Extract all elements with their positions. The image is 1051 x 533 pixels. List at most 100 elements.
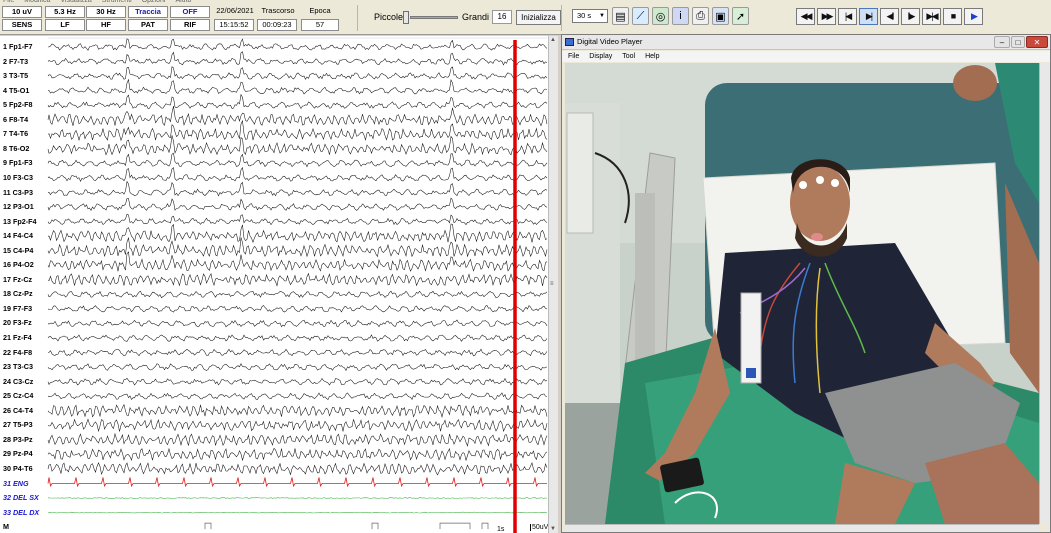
rewind-fast-button[interactable]: ◀◀ <box>796 8 815 25</box>
channel-label[interactable]: 13 Fp2-F4 <box>3 217 37 226</box>
pat-button[interactable]: PAT <box>128 19 168 31</box>
page-duration-select[interactable]: 30 s ▼ <box>572 9 608 23</box>
channel-label[interactable]: 30 P4-T6 <box>3 464 33 473</box>
video-frame[interactable] <box>565 63 1039 524</box>
menu-opzioni[interactable]: Opzioni <box>142 0 166 4</box>
channel-label[interactable]: 33 DEL DX <box>3 508 39 517</box>
video-menu-display[interactable]: Display <box>589 53 612 60</box>
video-horizontal-scrollbar[interactable] <box>565 524 1039 532</box>
export-icon[interactable]: ➚ <box>732 7 749 25</box>
channel-label[interactable]: 19 F7-F3 <box>3 304 32 313</box>
channel-label[interactable]: M <box>3 523 9 531</box>
eeg-trace <box>47 418 548 433</box>
channel-label[interactable]: 26 C4-T4 <box>3 406 33 415</box>
info-icon[interactable]: i <box>672 7 689 25</box>
channel-label[interactable]: 3 T3-T5 <box>3 72 28 80</box>
forward-fast-button[interactable]: ▶▶ <box>817 8 836 25</box>
channel-label[interactable]: 1 Fp1-F7 <box>3 43 33 51</box>
eeg-trace <box>47 305 548 313</box>
video-menu-tool[interactable]: Tool <box>622 53 635 60</box>
channel-label[interactable]: 17 Fz-Cz <box>3 275 32 284</box>
menu-visualizza[interactable]: Visualizza <box>60 0 91 4</box>
minimize-button[interactable]: – <box>994 36 1010 48</box>
channel-label[interactable]: 21 Fz-F4 <box>3 334 32 342</box>
frame-forward-button[interactable]: II▶ <box>901 8 920 25</box>
eeg-vertical-scrollbar[interactable]: ▲ ≡ ▼ <box>548 36 558 533</box>
video-titlebar[interactable]: Digital Video Player – □ ✕ <box>562 35 1050 50</box>
graph-icon[interactable]: ⟋ <box>632 7 649 25</box>
channel-label[interactable]: 23 T3-C3 <box>3 363 33 371</box>
channel-label[interactable]: 5 Fp2-F8 <box>3 101 33 109</box>
video-menu-help[interactable]: Help <box>645 53 659 60</box>
video-vertical-scrollbar[interactable] <box>1039 63 1049 524</box>
rif-button[interactable]: RIF <box>170 19 210 31</box>
frame-back-button[interactable]: ◀II <box>880 8 899 25</box>
step-forward-button[interactable]: ▶| <box>859 8 878 25</box>
hf-value[interactable]: 30 Hz <box>86 6 126 18</box>
inizializza-button[interactable]: Inizializza <box>516 10 561 25</box>
mark-button[interactable]: ▶|◀ <box>922 8 941 25</box>
channel-label[interactable]: 24 C3-Cz <box>3 377 33 386</box>
eeg-trace <box>47 432 548 447</box>
eeg-trace <box>47 66 548 80</box>
channel-label[interactable]: 8 T6-O2 <box>3 144 29 153</box>
amplitude-slider-track[interactable] <box>410 16 458 19</box>
channel-label[interactable]: 29 Pz-P4 <box>3 450 33 458</box>
channel-label[interactable]: 20 F3-Fz <box>3 319 32 327</box>
video-menu-file[interactable]: File <box>568 53 579 60</box>
notepad-icon[interactable]: ▤ <box>612 7 629 25</box>
channel-label[interactable]: 31 ENG <box>3 479 29 488</box>
trascorso-label: Trascorso <box>261 6 295 15</box>
scroll-up-icon[interactable]: ▲ <box>550 37 556 43</box>
channel-label[interactable]: 11 C3-P3 <box>3 188 33 197</box>
epoca-value[interactable]: 57 <box>301 19 339 31</box>
trace-value[interactable]: Traccia <box>128 6 168 18</box>
channel-label[interactable]: 22 F4-F8 <box>3 348 32 357</box>
page-duration-value: 30 s <box>577 11 592 20</box>
rif-value[interactable]: OFF <box>170 6 210 18</box>
channel-label[interactable]: 14 F4-C4 <box>3 232 33 240</box>
channel-label[interactable]: 6 F8-T4 <box>3 115 28 124</box>
channel-label[interactable]: 18 Cz-Pz <box>3 290 33 298</box>
channel-label[interactable]: 15 C4-P4 <box>3 246 33 255</box>
channel-label[interactable]: 28 P3-Pz <box>3 435 33 444</box>
step-back-button[interactable]: |◀ <box>838 8 857 25</box>
amplitude-slider-thumb[interactable] <box>403 11 409 24</box>
menu-modifica[interactable]: Modifica <box>24 0 50 4</box>
eeg-trace-panel[interactable]: 1 Fp1-F7 2 F7-T3 3 T3-T5 4 T5-O1 5 Fp2-F8 6 F… <box>0 36 558 533</box>
eeg-trace <box>47 319 548 328</box>
close-button[interactable]: ✕ <box>1026 36 1048 48</box>
channel-label[interactable]: 10 F3-C3 <box>3 173 33 182</box>
video-menubar: File Display Tool Help <box>562 51 1050 62</box>
channel-label[interactable]: 16 P4-O2 <box>3 261 34 269</box>
menu-aiuto[interactable]: Aiuto <box>175 0 191 4</box>
menu-strumenti[interactable]: Strumenti <box>102 0 132 4</box>
scroll-down-icon[interactable]: ▼ <box>550 526 556 532</box>
sens-button[interactable]: SENS <box>2 19 42 31</box>
eeg-traces <box>47 37 548 533</box>
scroll-grip-icon[interactable]: ≡ <box>550 281 554 287</box>
grandi-value[interactable]: 16 <box>492 10 512 24</box>
lf-button[interactable]: LF <box>45 19 85 31</box>
channel-label[interactable]: 9 Fp1-F3 <box>3 159 33 167</box>
lf-value[interactable]: 5.3 Hz <box>45 6 85 18</box>
channel-label[interactable]: 32 DEL SX <box>3 494 39 502</box>
event-marker <box>204 522 212 530</box>
globe-icon[interactable]: ◎ <box>652 7 669 25</box>
menu-file[interactable]: File <box>3 0 14 4</box>
picture-icon[interactable]: ▣ <box>712 7 729 25</box>
channel-label[interactable]: 4 T5-O1 <box>3 86 29 95</box>
channel-label[interactable]: 12 P3-O1 <box>3 203 34 211</box>
stop-button[interactable]: ■ <box>943 8 962 25</box>
print-icon[interactable]: ⎙ <box>692 7 709 25</box>
event-marker <box>439 522 471 530</box>
channel-label[interactable]: 27 T5-P3 <box>3 421 33 429</box>
maximize-button[interactable]: □ <box>1011 36 1025 48</box>
channel-label[interactable]: 25 Cz-C4 <box>3 392 33 400</box>
channel-label[interactable]: 7 T4-T6 <box>3 130 28 138</box>
sens-value[interactable]: 10 uV <box>2 6 42 18</box>
eeg-trace <box>47 497 548 499</box>
channel-label[interactable]: 2 F7-T3 <box>3 57 28 66</box>
hf-button[interactable]: HF <box>86 19 126 31</box>
play-button[interactable]: ▶ <box>964 8 983 25</box>
